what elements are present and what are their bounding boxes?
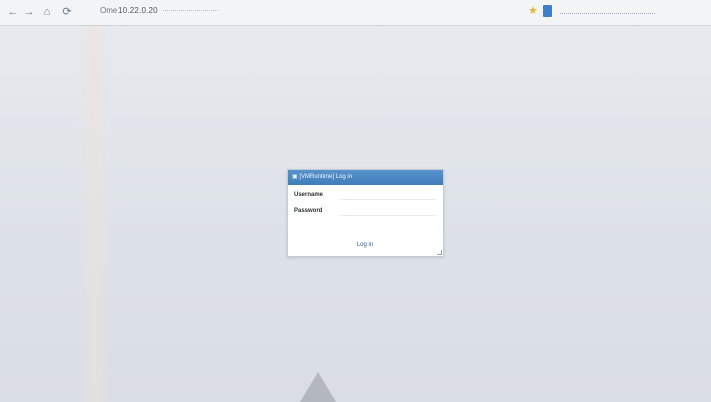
resize-grip-icon — [437, 250, 442, 255]
password-label: Password — [294, 208, 323, 214]
bookmark-star-icon[interactable]: ★ — [528, 4, 538, 17]
home-icon[interactable]: ⌂ — [40, 5, 54, 19]
extension-icon[interactable] — [543, 5, 552, 17]
address-host[interactable]: 10.22.0.20 — [118, 6, 158, 15]
dialog-title-text: ▣ [VMRuntime] Log in — [292, 174, 353, 180]
forward-arrow-icon[interactable]: → — [22, 5, 36, 19]
search-box[interactable] — [560, 7, 655, 14]
username-input[interactable] — [340, 192, 436, 200]
reload-icon[interactable]: ⟳ — [60, 5, 74, 19]
login-dialog: ▣ [VMRuntime] Log in Username Password L… — [287, 169, 444, 257]
triangle-shape — [300, 372, 336, 402]
screen: ← → ⌂ ⟳ Ome 10.22.0.20 ★ ▣ [VMRuntime] L… — [0, 0, 711, 402]
login-button[interactable]: Log in — [350, 240, 380, 250]
username-label: Username — [294, 192, 324, 198]
address-path[interactable] — [163, 10, 218, 19]
background-band — [78, 26, 110, 402]
password-input[interactable] — [340, 208, 436, 216]
back-arrow-icon[interactable]: ← — [6, 5, 20, 19]
login-dialog-title: ▣ [VMRuntime] Log in — [288, 170, 443, 185]
address-page-label[interactable]: Ome — [100, 6, 117, 15]
browser-toolbar: ← → ⌂ ⟳ Ome 10.22.0.20 ★ — [0, 0, 711, 26]
